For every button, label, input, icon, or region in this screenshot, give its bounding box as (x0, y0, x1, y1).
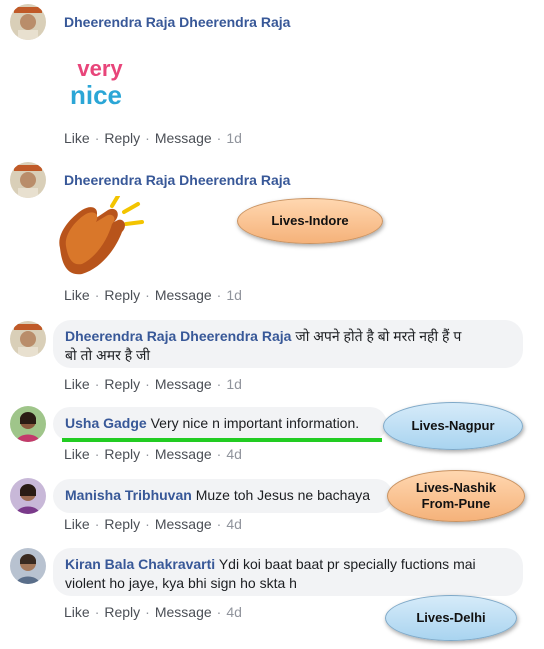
clapping-hands-sticker (52, 194, 148, 280)
comment-bubble: Dheerendra Raja Dheerendra Raja जो अपने … (53, 320, 523, 368)
avatar[interactable] (10, 4, 46, 40)
separator-dot: · (145, 604, 150, 620)
avatar[interactable] (10, 406, 46, 442)
separator-dot: · (216, 376, 222, 392)
separator-dot: · (216, 287, 222, 303)
timestamp[interactable]: 4d (226, 446, 242, 462)
avatar[interactable] (10, 548, 46, 584)
message-link[interactable]: Message (155, 376, 212, 392)
separator-dot: · (216, 130, 222, 146)
message-link[interactable]: Message (155, 516, 212, 532)
separator-dot: · (94, 130, 100, 146)
annotation-lives-nashik-from-pune: Lives-Nashik From-Pune (387, 470, 525, 522)
separator-dot: · (216, 604, 222, 620)
separator-dot: · (145, 376, 150, 392)
like-link[interactable]: Like (64, 604, 90, 620)
separator-dot: · (145, 516, 150, 532)
comment-actions: Like · Reply · Message · 4d (64, 516, 242, 532)
very-nice-sticker: very nice (62, 54, 136, 114)
comment-author[interactable]: Manisha Tribhuvan (65, 487, 192, 503)
like-link[interactable]: Like (64, 376, 90, 392)
annotation-lives-delhi: Lives-Delhi (385, 595, 517, 641)
comment-actions: Like · Reply · Message · 1d (64, 130, 242, 146)
comment-bubble: Usha Gadge Very nice n important informa… (53, 407, 387, 441)
sticker-text-top: very (77, 56, 123, 81)
timestamp[interactable]: 1d (226, 130, 242, 146)
comment-actions: Like · Reply · Message · 4d (64, 446, 242, 462)
timestamp[interactable]: 1d (226, 376, 242, 392)
comment-actions: Like · Reply · Message · 4d (64, 604, 242, 620)
message-link[interactable]: Message (155, 287, 212, 303)
comment-text: Ydi koi baat baat pr specially fuctions … (218, 556, 476, 572)
separator-dot: · (94, 516, 100, 532)
annotation-lives-nagpur: Lives-Nagpur (383, 402, 523, 450)
separator-dot: · (94, 446, 100, 462)
comment-text-line2: बो तो अमर है जी (65, 347, 151, 363)
reply-link[interactable]: Reply (104, 516, 140, 532)
comment-author[interactable]: Usha Gadge (65, 415, 147, 431)
comment-author[interactable]: Dheerendra Raja Dheerendra Raja (64, 172, 290, 188)
annotation-lives-indore: Lives-Indore (237, 198, 383, 244)
comment-text: Very nice n important information. (150, 415, 360, 431)
like-link[interactable]: Like (64, 446, 90, 462)
comment-text: जो अपने होते है बो मरते नही हैं प (295, 328, 462, 344)
annotation-line2: From-Pune (421, 496, 491, 511)
highlight-underline (62, 438, 382, 442)
reply-link[interactable]: Reply (104, 604, 140, 620)
annotation-label: Lives-Indore (271, 213, 349, 228)
timestamp[interactable]: 1d (226, 287, 242, 303)
like-link[interactable]: Like (64, 130, 90, 146)
timestamp[interactable]: 4d (226, 516, 242, 532)
sticker-text-bottom: nice (70, 80, 122, 110)
separator-dot: · (216, 446, 222, 462)
reply-link[interactable]: Reply (104, 130, 140, 146)
like-link[interactable]: Like (64, 287, 90, 303)
avatar[interactable] (10, 321, 46, 357)
separator-dot: · (145, 130, 150, 146)
annotation-label: Lives-Nashik From-Pune (416, 480, 496, 512)
comment-author[interactable]: Dheerendra Raja Dheerendra Raja (64, 14, 290, 30)
comment-bubble: Kiran Bala Chakravarti Ydi koi baat baat… (53, 548, 523, 596)
message-link[interactable]: Message (155, 130, 212, 146)
message-link[interactable]: Message (155, 446, 212, 462)
comment-text: Muze toh Jesus ne bachaya (195, 487, 371, 503)
comment-bubble: Manisha Tribhuvan Muze toh Jesus ne bach… (53, 479, 393, 513)
comment-actions: Like · Reply · Message · 1d (64, 287, 242, 303)
separator-dot: · (145, 287, 150, 303)
annotation-label: Lives-Nagpur (411, 418, 495, 433)
message-link[interactable]: Message (155, 604, 212, 620)
timestamp[interactable]: 4d (226, 604, 242, 620)
reply-link[interactable]: Reply (104, 446, 140, 462)
comment-author[interactable]: Dheerendra Raja Dheerendra Raja (65, 328, 291, 344)
reply-link[interactable]: Reply (104, 376, 140, 392)
separator-dot: · (94, 604, 100, 620)
separator-dot: · (94, 376, 100, 392)
comment-text-line2: violent ho jaye, kya bhi sign ho skta h (65, 575, 297, 591)
annotation-label: Lives-Delhi (416, 610, 486, 625)
annotation-line1: Lives-Nashik (415, 480, 497, 495)
comment-actions: Like · Reply · Message · 1d (64, 376, 242, 392)
separator-dot: · (94, 287, 100, 303)
separator-dot: · (145, 446, 150, 462)
reply-link[interactable]: Reply (104, 287, 140, 303)
avatar[interactable] (10, 478, 46, 514)
separator-dot: · (216, 516, 222, 532)
like-link[interactable]: Like (64, 516, 90, 532)
avatar[interactable] (10, 162, 46, 198)
comment-author[interactable]: Kiran Bala Chakravarti (65, 556, 215, 572)
